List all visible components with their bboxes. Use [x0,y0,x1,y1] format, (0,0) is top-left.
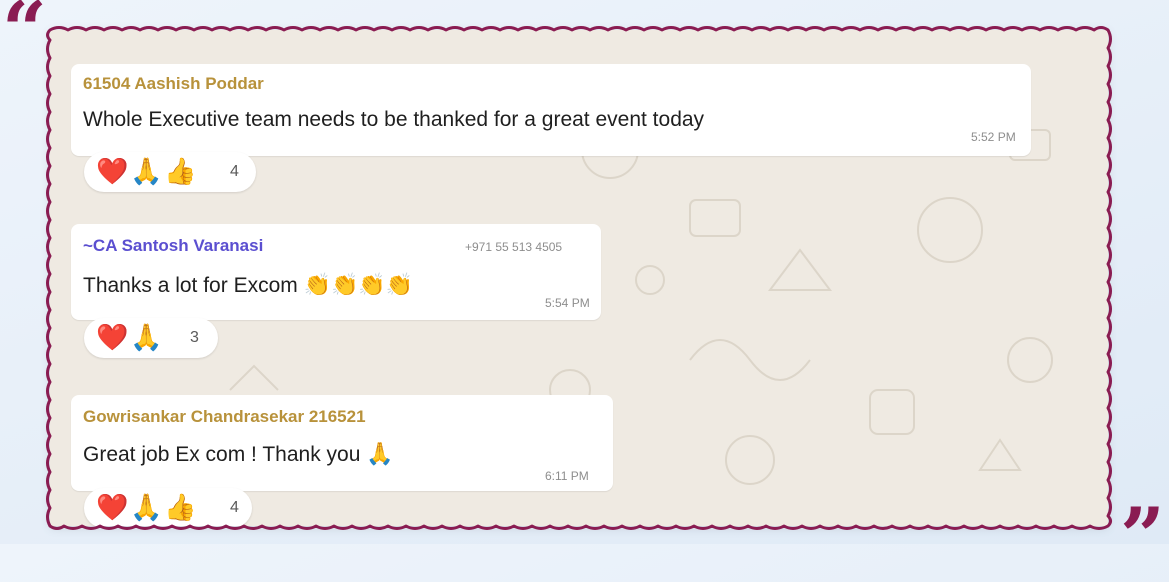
heart-icon: ❤️ [96,156,129,186]
folded-hands-icon: 🙏 [130,492,163,522]
reaction-count: 4 [230,499,239,516]
message-bubble[interactable]: 61504 Aashish Poddar Whole Executive tea… [71,64,1031,156]
chat-screenshot-frame: 61504 Aashish Poddar Whole Executive tea… [50,30,1108,526]
message-reactions[interactable]: ❤️ 🙏 👍 4 [84,488,252,526]
message-text: Thanks a lot for Excom 👏👏👏👏 [83,272,413,298]
message-bubble[interactable]: Gowrisankar Chandrasekar 216521 Great jo… [71,395,613,491]
clapping-hands-icon: 👏👏👏👏 [303,272,414,297]
message-reactions[interactable]: ❤️ 🙏 3 [84,318,218,358]
heart-icon: ❤️ [96,322,129,352]
message-timestamp: 5:54 PM [545,296,590,310]
sender-phone-number: +971 55 513 4505 [465,240,563,254]
folded-hands-icon: 🙏 [366,441,394,466]
thumbs-up-icon: 👍 [164,156,197,186]
thumbs-up-icon: 👍 [164,492,197,522]
heart-icon: ❤️ [96,492,129,522]
close-quote-mark: ” [1120,491,1165,582]
message-timestamp: 5:52 PM [971,130,1016,144]
reaction-count: 3 [190,329,199,346]
message-sender[interactable]: Gowrisankar Chandrasekar 216521 [83,407,366,427]
message-text-content: Thanks a lot for Excom [83,274,298,297]
message-text-content: Great job Ex com ! Thank you [83,443,361,466]
message-text: Whole Executive team needs to be thanked… [83,108,705,131]
message-text: Great job Ex com ! Thank you 🙏 [83,441,394,467]
message-bubble[interactable]: ~CA Santosh Varanasi +971 55 513 4505 Th… [71,224,601,320]
message-timestamp: 6:11 PM [545,469,589,483]
message-sender[interactable]: 61504 Aashish Poddar [83,74,264,94]
message-sender[interactable]: ~CA Santosh Varanasi [83,236,263,256]
folded-hands-icon: 🙏 [130,156,163,186]
open-quote-mark: “ [2,0,47,76]
reaction-count: 4 [230,163,239,180]
message-reactions[interactable]: ❤️ 🙏 👍 4 [84,152,256,192]
folded-hands-icon: 🙏 [130,322,163,352]
